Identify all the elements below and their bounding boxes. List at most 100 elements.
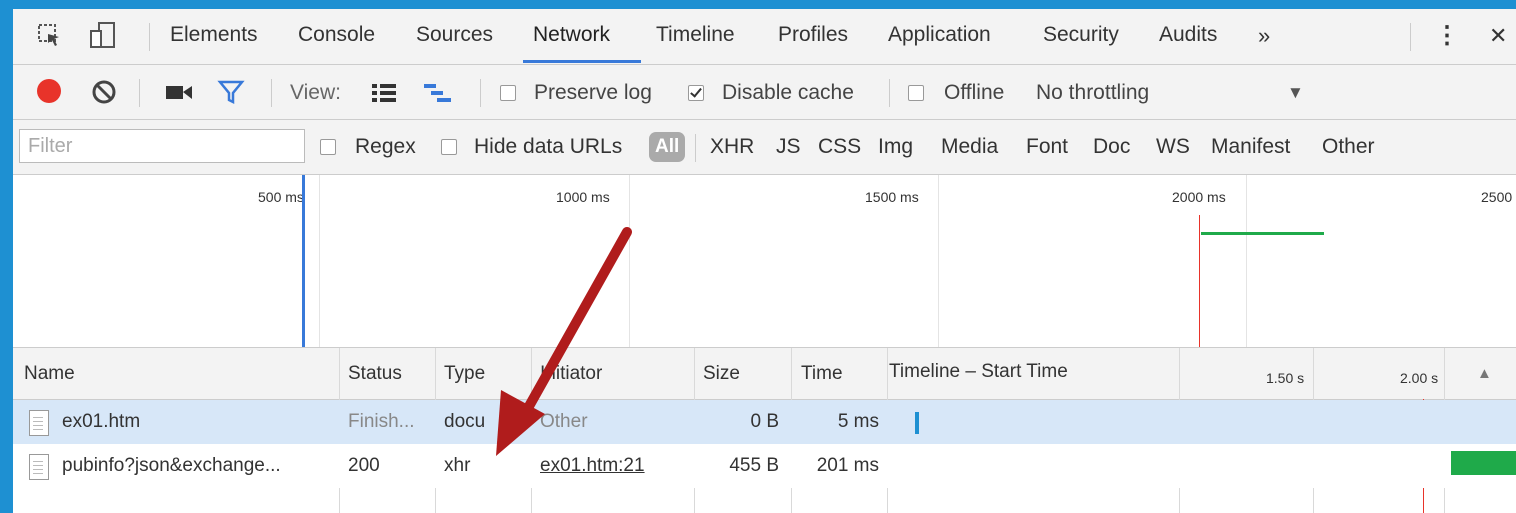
overview-gridline — [938, 175, 939, 347]
tab-console[interactable]: Console — [298, 23, 375, 47]
filter-type-xhr[interactable]: XHR — [710, 135, 754, 159]
view-label: View: — [290, 81, 341, 104]
filter-type-doc[interactable]: Doc — [1093, 135, 1130, 159]
clear-icon[interactable] — [91, 79, 117, 105]
request-type: xhr — [444, 455, 471, 476]
requests-table: Name Status Type Initiator Size Time Tim… — [9, 348, 1516, 513]
offline-checkbox[interactable] — [908, 85, 924, 101]
request-size: 455 B — [729, 455, 779, 476]
filter-type-js[interactable]: JS — [776, 135, 801, 159]
request-name[interactable]: pubinfo?json&exchange... — [62, 444, 332, 488]
network-toolbar: View: Preserve log Disable cache Offline… — [9, 65, 1516, 120]
waterfall-bar — [915, 412, 919, 434]
disable-cache-checkbox[interactable] — [688, 85, 704, 101]
customize-menu-icon[interactable]: ⋮ — [1435, 21, 1459, 50]
initiator-link[interactable]: ex01.htm:21 — [540, 444, 690, 488]
separator — [695, 134, 696, 162]
separator — [480, 79, 481, 107]
request-initiator: Other — [540, 411, 588, 432]
timeline-tick-label: 1.50 s — [1266, 370, 1305, 386]
active-tab-indicator — [523, 60, 641, 63]
regex-label: Regex — [355, 135, 416, 158]
overview-gridline — [319, 175, 320, 347]
separator — [139, 79, 140, 107]
device-mode-icon[interactable] — [89, 21, 117, 51]
tab-network[interactable]: Network — [533, 23, 610, 47]
filter-input[interactable] — [19, 129, 305, 163]
filter-type-media[interactable]: Media — [941, 135, 998, 159]
overview-gridline — [1246, 175, 1247, 347]
regex-checkbox[interactable] — [320, 139, 336, 155]
filter-type-all[interactable]: All — [649, 132, 686, 162]
separator — [1410, 23, 1411, 51]
throttling-select[interactable]: No throttling — [1036, 81, 1149, 105]
overview-tick-label: 1500 ms — [865, 189, 919, 205]
record-icon[interactable] — [37, 79, 61, 103]
waterfall-bar — [1451, 451, 1516, 475]
separator — [271, 79, 272, 107]
tab-elements[interactable]: Elements — [170, 23, 258, 47]
column-header-initiator[interactable]: Initiator — [540, 348, 602, 399]
column-header-timeline[interactable]: Timeline – Start Time — [889, 348, 1068, 399]
tab-security[interactable]: Security — [1043, 23, 1119, 47]
filter-type-ws[interactable]: WS — [1156, 135, 1190, 159]
overview-gridline — [629, 175, 630, 347]
filter-type-font[interactable]: Font — [1026, 135, 1068, 159]
load-event-line — [1199, 215, 1200, 347]
column-header-status[interactable]: Status — [348, 348, 402, 399]
inspect-element-icon[interactable] — [37, 23, 63, 49]
sort-ascending-icon[interactable]: ▲ — [1477, 348, 1492, 399]
offline-label: Offline — [944, 81, 1005, 104]
devtools-tab-bar: Elements Console Sources Network Timelin… — [9, 9, 1516, 65]
tab-application[interactable]: Application — [888, 23, 991, 47]
overview-tick-label: 500 ms — [258, 189, 304, 205]
request-time: 5 ms — [837, 411, 879, 432]
tab-sources[interactable]: Sources — [416, 23, 493, 47]
tab-audits[interactable]: Audits — [1159, 23, 1217, 47]
request-time: 201 ms — [816, 455, 879, 476]
preserve-log-checkbox[interactable] — [500, 85, 516, 101]
tab-timeline[interactable]: Timeline — [656, 23, 735, 47]
column-header-name[interactable]: Name — [24, 348, 75, 399]
overview-tick-label: 1000 ms — [556, 189, 610, 205]
hide-data-urls-label: Hide data URLs — [474, 135, 623, 158]
window-accent-border — [9, 9, 13, 513]
chevron-down-icon[interactable]: ▼ — [1287, 83, 1304, 103]
document-icon — [29, 410, 49, 436]
network-overview[interactable]: 500 ms 1000 ms 1500 ms 2000 ms 2500 — [9, 175, 1516, 348]
filter-type-manifest[interactable]: Manifest — [1211, 135, 1290, 159]
table-row[interactable]: pubinfo?json&exchange... 200 xhr ex01.ht… — [9, 444, 1516, 488]
request-size: 0 B — [750, 411, 779, 432]
capture-screenshots-icon[interactable] — [165, 83, 193, 101]
dom-content-loaded-line — [302, 175, 305, 347]
separator — [149, 23, 150, 51]
separator — [889, 79, 890, 107]
filter-bar: Regex Hide data URLs All XHR JS CSS Img … — [9, 120, 1516, 175]
overview-tick-label: 2500 — [1481, 189, 1513, 205]
filter-icon[interactable] — [217, 79, 245, 105]
close-icon[interactable]: ✕ — [1489, 23, 1507, 49]
filter-type-other[interactable]: Other — [1322, 135, 1375, 159]
hide-data-urls-checkbox[interactable] — [441, 139, 457, 155]
filter-type-css[interactable]: CSS — [818, 135, 861, 159]
more-tabs-icon[interactable]: » — [1258, 23, 1270, 49]
column-header-size[interactable]: Size — [703, 348, 740, 399]
column-header-time[interactable]: Time — [801, 348, 843, 399]
filter-type-img[interactable]: Img — [878, 135, 913, 159]
request-status: Finish... — [348, 411, 415, 432]
overview-tick-label: 2000 ms — [1172, 189, 1226, 205]
document-icon — [29, 454, 49, 480]
tab-profiles[interactable]: Profiles — [778, 23, 848, 47]
timeline-tick-label: 2.00 s — [1400, 370, 1439, 386]
overview-waterfall-icon[interactable] — [423, 82, 453, 104]
large-request-rows-icon[interactable] — [371, 82, 397, 104]
request-status: 200 — [348, 455, 380, 476]
request-type: docu — [444, 411, 486, 432]
disable-cache-label: Disable cache — [722, 81, 854, 104]
xhr-request-bar — [1201, 232, 1324, 235]
preserve-log-label: Preserve log — [534, 81, 652, 104]
devtools-window: Elements Console Sources Network Timelin… — [0, 0, 1516, 513]
column-header-type[interactable]: Type — [444, 348, 485, 399]
request-name[interactable]: ex01.htm — [62, 400, 332, 444]
table-row[interactable]: ex01.htm Finish... docu Other 0 B 5 ms — [9, 400, 1516, 444]
